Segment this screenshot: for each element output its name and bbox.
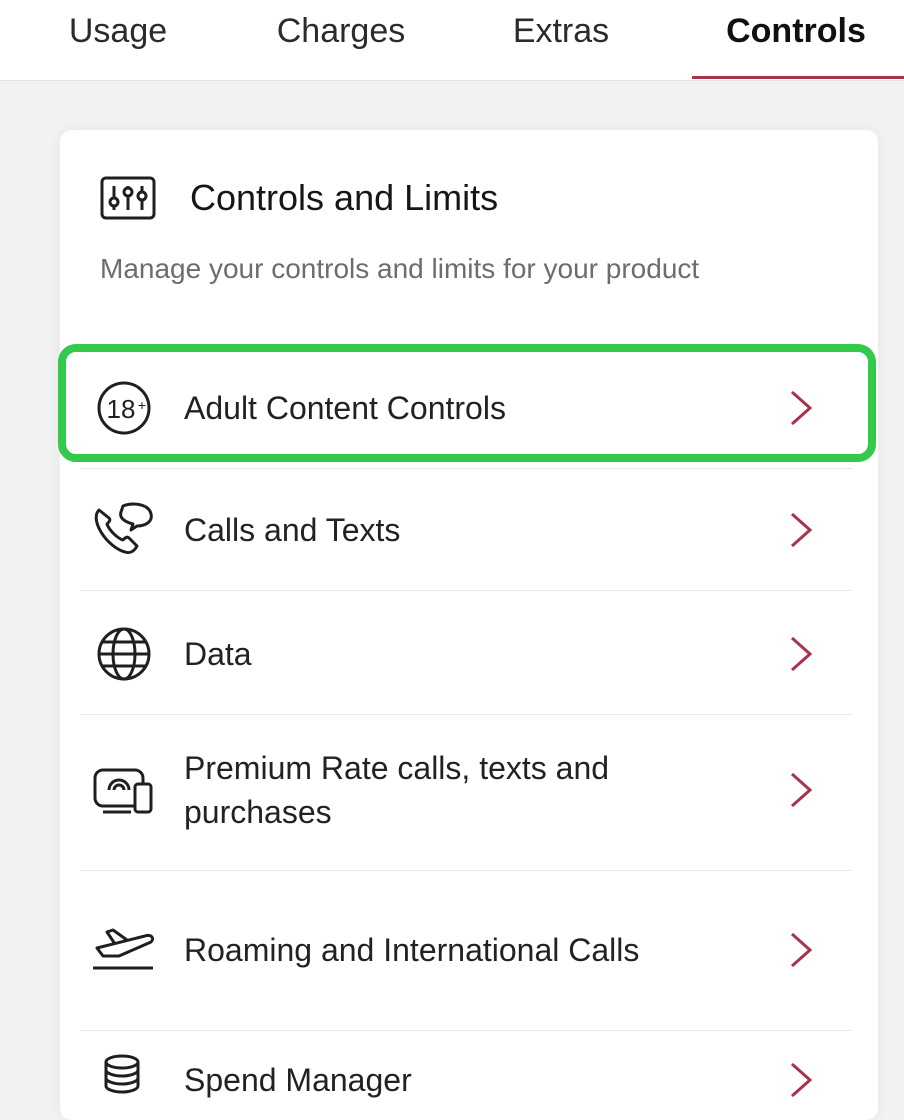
tab-extras[interactable]: Extras: [505, 0, 617, 80]
list-item-calls-and-texts[interactable]: Calls and Texts: [80, 490, 860, 570]
list-item-adult-content-controls[interactable]: 18 + Adult Content Controls: [80, 368, 860, 448]
list-item-label: Roaming and International Calls: [184, 932, 640, 968]
list-item-spend-manager[interactable]: Spend Manager: [80, 1042, 860, 1118]
tab-bar: Usage Charges Extras Controls: [0, 0, 904, 81]
chevron-right-icon: [791, 772, 813, 808]
list-item-label: Data: [184, 636, 252, 672]
phone-chat-icon: [84, 498, 164, 562]
list-item-label: Spend Manager: [184, 1062, 412, 1098]
divider: [80, 1030, 852, 1031]
list-item-data[interactable]: Data: [80, 614, 860, 694]
coin-stack-icon: [84, 1048, 164, 1112]
sliders-icon: [100, 176, 156, 220]
chevron-right-icon: [791, 1062, 813, 1098]
list-item-label: Calls and Texts: [184, 512, 401, 548]
globe-icon: [84, 622, 164, 686]
age-18-plus-icon: 18 +: [84, 376, 164, 440]
active-tab-indicator: [692, 76, 904, 79]
chevron-right-icon: [791, 636, 813, 672]
svg-text:18: 18: [107, 394, 136, 424]
premium-device-icon: [84, 758, 164, 822]
tab-usage[interactable]: Usage: [62, 0, 174, 80]
list-item-label: Adult Content Controls: [184, 390, 506, 426]
divider: [80, 714, 852, 715]
divider: [80, 468, 852, 469]
tab-charges[interactable]: Charges: [266, 0, 416, 80]
card-title: Controls and Limits: [190, 177, 499, 218]
chevron-right-icon: [791, 390, 813, 426]
svg-text:+: +: [138, 397, 146, 413]
divider: [80, 870, 852, 871]
chevron-right-icon: [791, 512, 813, 548]
controls-card: Controls and Limits Manage your controls…: [60, 130, 878, 1120]
tab-controls[interactable]: Controls: [706, 0, 886, 80]
list-item-label: Premium Rate calls, texts and purchases: [184, 750, 610, 830]
divider: [80, 590, 852, 591]
card-subtitle: Manage your controls and limits for your…: [100, 253, 700, 284]
airplane-icon: [84, 918, 164, 982]
list-item-premium-rate[interactable]: Premium Rate calls, texts and purchases: [80, 740, 860, 840]
chevron-right-icon: [791, 932, 813, 968]
card-header: Controls and Limits: [100, 170, 498, 226]
list-item-roaming[interactable]: Roaming and International Calls: [80, 900, 860, 1000]
